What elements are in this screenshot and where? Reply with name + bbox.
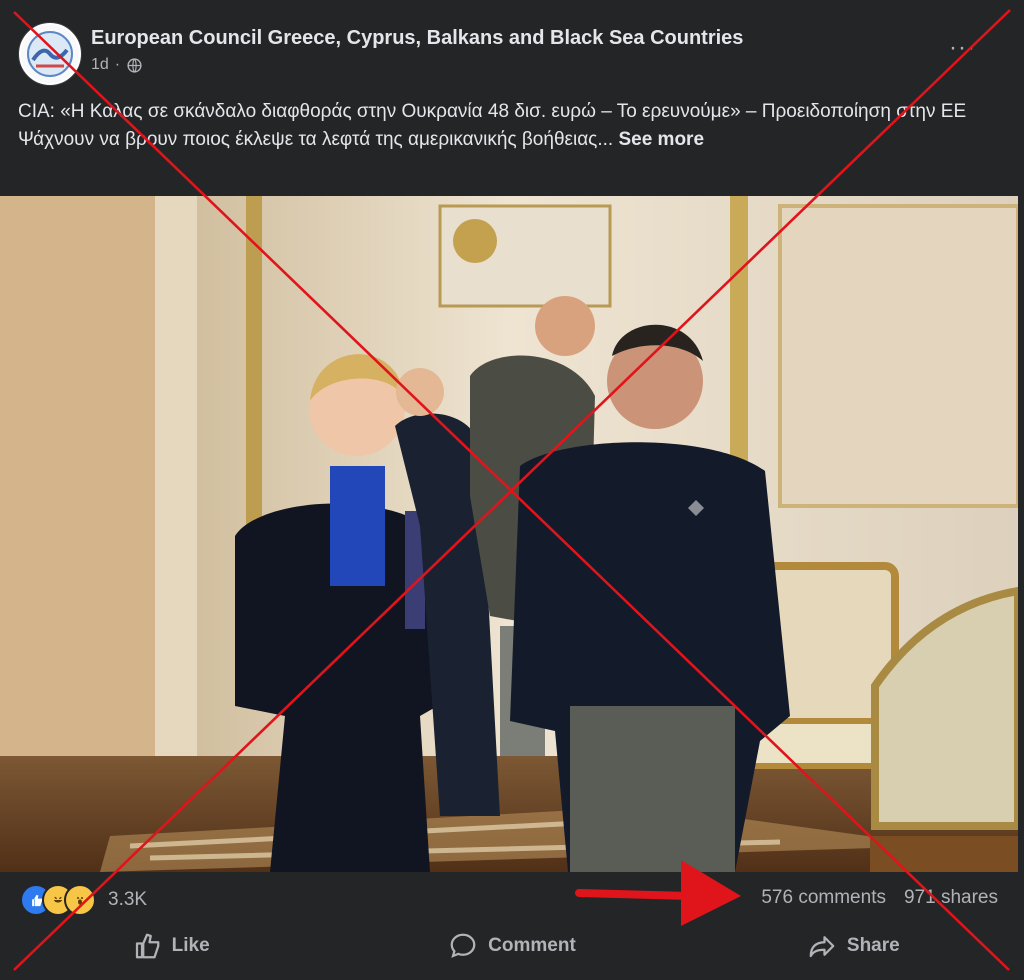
post-footer: 3.3K 576 comments 971 shares Like Commen… — [0, 872, 1024, 980]
page-logo — [21, 25, 79, 83]
like-icon — [132, 931, 162, 961]
wow-reaction-icon — [64, 884, 96, 916]
page-avatar[interactable] — [18, 22, 82, 86]
share-icon — [807, 931, 837, 961]
more-icon[interactable]: ··· — [949, 34, 976, 62]
post-meta: 1d · — [91, 56, 143, 74]
see-more-link[interactable]: See more — [618, 129, 704, 150]
post-text-line-1: CIA: «Η Καλας σε σκάνδαλο διαφθοράς στην… — [18, 101, 967, 122]
globe-icon — [127, 57, 142, 73]
like-label: Like — [171, 935, 210, 956]
photo-scene — [0, 196, 1018, 872]
post-time[interactable]: 1d — [91, 56, 109, 74]
page-name[interactable]: European Council Greece, Cyprus, Balkans… — [91, 27, 743, 50]
post-text-line-2: Ψάχνουν να βρουν ποιος έκλεψε τα λεφτά τ… — [18, 129, 614, 150]
post-header: European Council Greece, Cyprus, Balkans… — [18, 22, 1006, 86]
shares-count[interactable]: 971 shares — [904, 887, 998, 909]
comments-count[interactable]: 576 comments — [761, 887, 886, 909]
facebook-post: European Council Greece, Cyprus, Balkans… — [0, 0, 1024, 980]
share-label: Share — [846, 935, 900, 956]
reaction-summary[interactable]: 3.3K — [20, 884, 147, 916]
engagement-counts: 576 comments 971 shares — [761, 887, 998, 909]
post-photo[interactable] — [0, 196, 1018, 872]
comment-button[interactable]: Comment — [341, 924, 682, 968]
like-button[interactable]: Like — [0, 924, 341, 968]
post-text: CIA: «Η Καλας σε σκάνδαλο διαφθοράς στην… — [18, 98, 1008, 154]
share-button[interactable]: Share — [683, 924, 1024, 968]
reaction-count[interactable]: 3.3K — [108, 889, 147, 911]
post-actions: Like Comment Share — [0, 924, 1024, 968]
comment-label: Comment — [488, 935, 576, 956]
comment-icon — [448, 931, 478, 961]
